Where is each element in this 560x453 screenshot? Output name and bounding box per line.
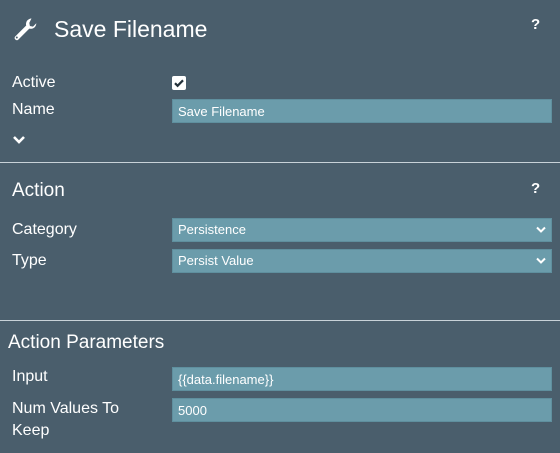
parameters-section-title: Action Parameters <box>8 332 165 353</box>
expand-chevron-icon[interactable] <box>12 133 26 145</box>
divider <box>0 162 560 163</box>
num-values-label-line2: Keep <box>12 422 50 439</box>
input-field[interactable] <box>172 367 552 391</box>
wrench-icon <box>12 16 38 42</box>
category-label: Category <box>12 221 77 238</box>
name-label: Name <box>12 101 55 118</box>
active-label: Active <box>12 74 56 91</box>
type-label: Type <box>12 252 47 269</box>
help-button[interactable]: ? <box>531 16 540 34</box>
category-select[interactable]: Persistence <box>172 218 552 242</box>
type-value: Persist Value <box>178 253 254 268</box>
category-value: Persistence <box>178 222 246 237</box>
num-values-label: Num Values To Keep <box>12 398 119 442</box>
num-values-input[interactable] <box>172 398 552 422</box>
check-icon <box>174 79 184 88</box>
action-section-title: Action <box>12 180 65 201</box>
num-values-label-line1: Num Values To <box>12 400 120 417</box>
action-help-button[interactable]: ? <box>531 180 540 198</box>
type-select[interactable]: Persist Value <box>172 249 552 273</box>
chevron-down-icon <box>536 226 546 233</box>
active-checkbox[interactable] <box>172 76 186 90</box>
chevron-down-icon <box>536 257 546 264</box>
input-label: Input <box>12 368 48 385</box>
page-title: Save Filename <box>54 16 208 42</box>
divider <box>0 320 560 321</box>
name-input[interactable] <box>172 99 552 123</box>
